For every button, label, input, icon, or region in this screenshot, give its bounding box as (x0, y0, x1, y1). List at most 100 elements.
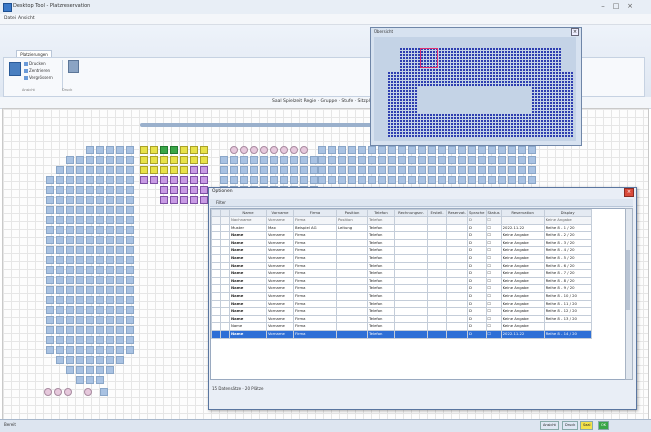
table-cell-status[interactable]: ☐ (485, 284, 502, 293)
seat[interactable] (116, 196, 124, 204)
seat[interactable] (300, 146, 308, 154)
seat[interactable] (116, 236, 124, 244)
table-row[interactable]: Name Vorname Firma Telefon D ☐ Keine Angabe Rei… (211, 276, 592, 286)
seat[interactable] (116, 146, 124, 154)
seat[interactable] (56, 186, 64, 194)
seat[interactable] (76, 366, 84, 374)
seat[interactable] (260, 166, 268, 174)
seat[interactable] (498, 166, 506, 174)
seat[interactable] (126, 306, 134, 314)
seat[interactable] (116, 326, 124, 334)
seat[interactable] (508, 176, 516, 184)
seat[interactable] (46, 276, 54, 284)
seat[interactable] (46, 296, 54, 304)
table-row[interactable]: Muster Max Beispiel AG Leitung Telefon D ☐ 2022… (211, 223, 592, 233)
seat[interactable] (358, 176, 366, 184)
column-header[interactable]: Firma (293, 209, 337, 217)
seat[interactable] (96, 196, 104, 204)
seat[interactable] (250, 166, 258, 174)
seat[interactable] (76, 156, 84, 164)
table-row[interactable]: Name Vorname Firma Telefon D ☐ Keine Angabe Rei… (211, 231, 592, 240)
seat[interactable] (106, 176, 114, 184)
center-button[interactable]: Zentrieren (24, 68, 50, 73)
seat[interactable] (408, 176, 416, 184)
seat[interactable] (76, 236, 84, 244)
seat[interactable] (358, 146, 366, 154)
seat[interactable] (150, 146, 158, 154)
seat[interactable] (96, 316, 104, 324)
seat[interactable] (86, 206, 94, 214)
seat[interactable] (408, 156, 416, 164)
seat[interactable] (338, 146, 346, 154)
seat[interactable] (160, 146, 168, 154)
seat[interactable] (56, 246, 64, 254)
seat[interactable] (56, 336, 64, 344)
seat[interactable] (448, 146, 456, 154)
seat[interactable] (180, 196, 188, 204)
seat[interactable] (378, 166, 386, 174)
seat[interactable] (106, 256, 114, 264)
seat[interactable] (86, 346, 94, 354)
seat[interactable] (96, 256, 104, 264)
seat[interactable] (56, 276, 64, 284)
seat[interactable] (46, 186, 54, 194)
seat[interactable] (76, 166, 84, 174)
status-view-button[interactable]: Ansicht (540, 421, 559, 430)
seat[interactable] (260, 156, 268, 164)
seat[interactable] (66, 316, 74, 324)
seat[interactable] (310, 166, 318, 174)
seat[interactable] (528, 156, 536, 164)
seat[interactable] (106, 226, 114, 234)
seat[interactable] (428, 176, 436, 184)
seat[interactable] (488, 166, 496, 174)
seat[interactable] (116, 186, 124, 194)
seat[interactable] (468, 156, 476, 164)
overview-close-icon[interactable]: × (571, 28, 579, 36)
seat[interactable] (76, 346, 84, 354)
dialog-close-icon[interactable]: × (624, 188, 634, 197)
seat[interactable] (318, 156, 326, 164)
seat[interactable] (86, 316, 94, 324)
table-row[interactable]: Name Vorname Firma Telefon D ☐ Keine Angabe Rei… (211, 238, 592, 248)
seat[interactable] (76, 296, 84, 304)
seat[interactable] (126, 246, 134, 254)
seat[interactable] (66, 356, 74, 364)
close-icon[interactable]: × (624, 2, 636, 11)
table-row[interactable]: Name Vorname Firma Telefon D ☐ Keine Angabe Rei… (211, 299, 592, 309)
seat[interactable] (76, 326, 84, 334)
seat[interactable] (56, 316, 64, 324)
column-header[interactable]: Position (336, 209, 368, 217)
seat[interactable] (126, 266, 134, 274)
seat[interactable] (220, 176, 228, 184)
seat[interactable] (56, 206, 64, 214)
table-row[interactable]: Name Vorname Firma Telefon D ☐ Keine Angabe Rei… (211, 253, 592, 263)
seat[interactable] (438, 146, 446, 154)
seat[interactable] (388, 146, 396, 154)
menu-item-view[interactable]: Ansicht (18, 16, 35, 21)
seat[interactable] (106, 206, 114, 214)
seat[interactable] (46, 176, 54, 184)
seat[interactable] (106, 196, 114, 204)
seat[interactable] (230, 176, 238, 184)
seat[interactable] (260, 176, 268, 184)
seat[interactable] (66, 286, 74, 294)
seat[interactable] (126, 216, 134, 224)
seat[interactable] (56, 256, 64, 264)
seat[interactable] (448, 166, 456, 174)
table-cell-status[interactable]: ☐ (485, 276, 502, 286)
status-ok-button[interactable]: OK (598, 421, 610, 430)
seat[interactable] (66, 246, 74, 254)
seat[interactable] (76, 176, 84, 184)
seat[interactable] (116, 356, 124, 364)
table-row[interactable]: Name Vorname Firma Telefon D ☐ Keine Angabe Rei… (211, 307, 592, 316)
column-header[interactable]: Erstell. (427, 209, 447, 217)
seat[interactable] (488, 176, 496, 184)
seat[interactable] (126, 196, 134, 204)
seat[interactable] (116, 336, 124, 344)
seat[interactable] (498, 176, 506, 184)
seat[interactable] (76, 246, 84, 254)
seat[interactable] (96, 346, 104, 354)
seat[interactable] (86, 336, 94, 344)
table-row[interactable]: Name Vorname Firma Telefon D ☐ Keine Angabe (211, 322, 592, 331)
seat[interactable] (438, 156, 446, 164)
